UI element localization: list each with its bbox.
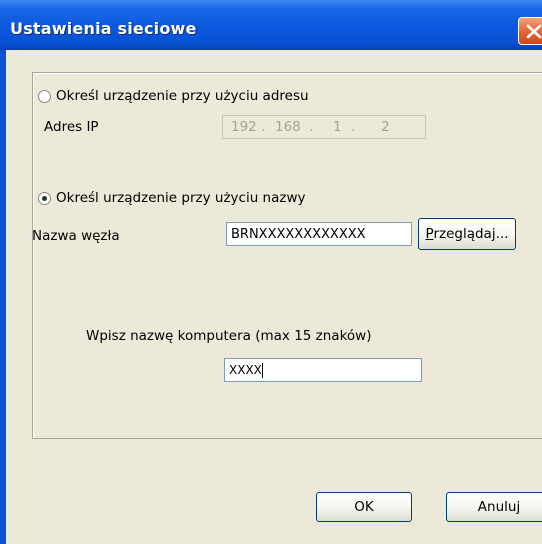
cancel-button-label: Anuluj [477,499,521,515]
dialog-window: Ustawienia sieciowe Określ urządzenie pr… [0,0,542,544]
node-name-value: BRNXXXXXXXXXXXX [231,227,366,242]
radio-selected-dot [42,196,47,201]
close-button[interactable] [518,17,542,45]
browse-button-label: Przeglądaj... [425,226,509,242]
ip-address-label: Adres IP [44,119,99,135]
radio-by-name-label: Określ urządzenie przy użyciu nazwy [56,190,306,206]
ip-octet-2: 168 [275,119,301,135]
browse-button[interactable]: Przeglądaj... [418,218,516,250]
ok-button[interactable]: OK [316,492,412,522]
node-name-label: Nazwa węzła [32,228,120,244]
computer-name-input[interactable]: XXXX [224,358,422,382]
radio-by-name[interactable] [38,192,51,205]
ok-button-label: OK [354,499,374,515]
ip-octet-4: 2 [381,119,390,135]
computer-name-value: XXXX [229,363,262,377]
radio-by-address-label: Określ urządzenie przy użyciu adresu [56,88,309,104]
dialog-client-area: Określ urządzenie przy użyciu adresu Adr… [6,50,542,544]
window-title: Ustawienia sieciowe [10,19,197,38]
close-icon [526,24,542,39]
ip-octet-3: 1 [333,119,342,135]
ip-octet-1: 192 [231,119,257,135]
node-name-field[interactable]: BRNXXXXXXXXXXXX [226,222,412,246]
computer-name-prompt: Wpisz nazwę komputera (max 15 znaków) [86,328,372,344]
radio-by-address[interactable] [38,90,51,103]
text-cursor [261,362,263,378]
ip-address-field[interactable]: 192 . 168 . 1 . 2 [222,115,426,139]
cancel-button[interactable]: Anuluj [446,492,542,522]
title-bar[interactable]: Ustawienia sieciowe [0,0,542,50]
